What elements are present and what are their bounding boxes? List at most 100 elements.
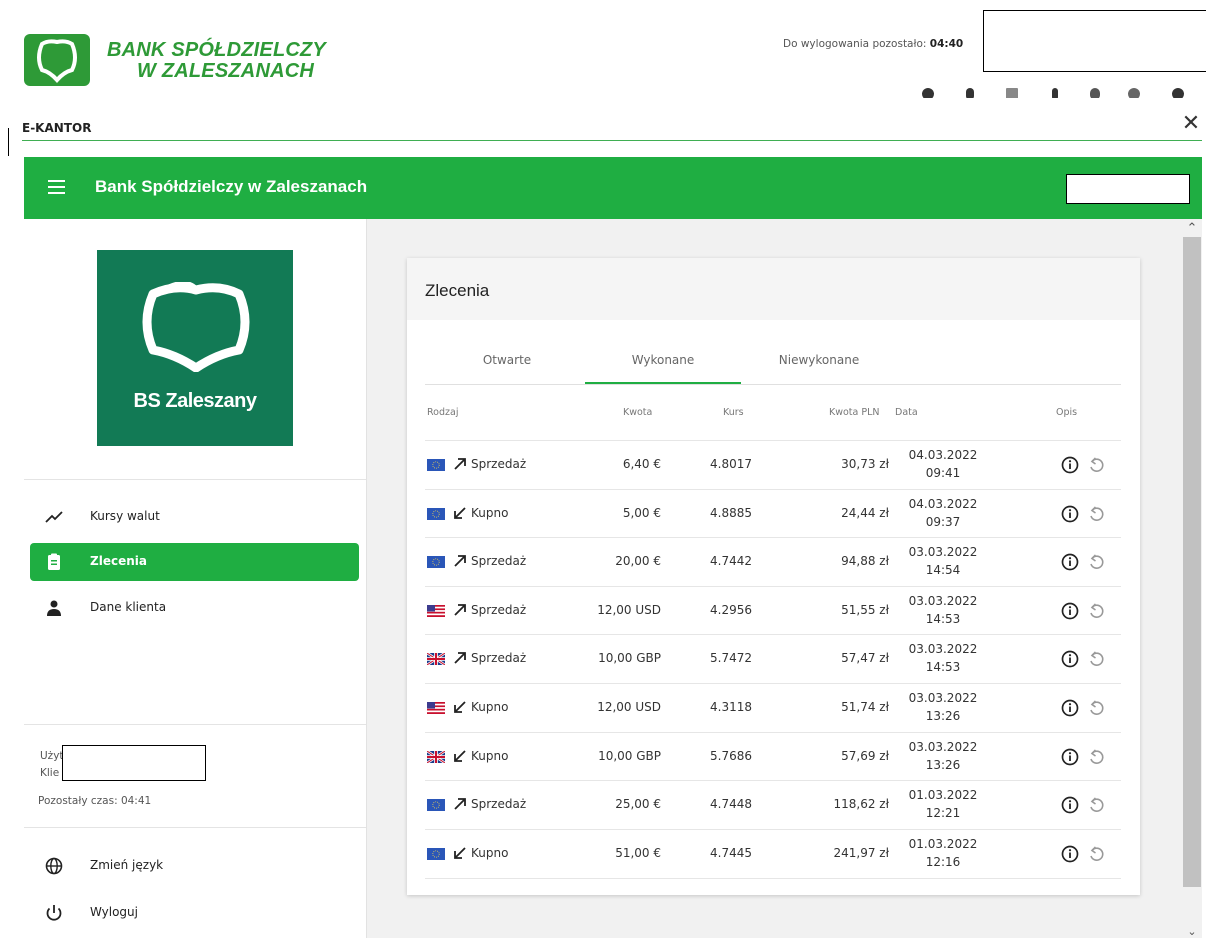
order-datetime: 03.03.2022 13:26: [908, 738, 978, 774]
info-icon[interactable]: [1061, 553, 1079, 571]
column-header-amount-pln: Kwota PLN: [829, 407, 880, 418]
flag-usd-icon: [427, 604, 445, 617]
order-datetime: 03.03.2022 14:53: [908, 592, 978, 628]
column-header-rate: Kurs: [723, 407, 744, 418]
arrow-down-left-icon: [454, 701, 466, 713]
help-icon[interactable]: [1128, 88, 1140, 98]
active-tab-indicator: [585, 382, 741, 384]
order-datetime: 04.03.2022 09:37: [908, 495, 978, 531]
info-icon[interactable]: [1061, 602, 1079, 620]
tab-wykonane[interactable]: Wykonane: [585, 353, 741, 367]
order-datetime: 03.03.2022 14:54: [908, 543, 978, 579]
order-amount-pln: 24,44 zł: [841, 505, 889, 520]
gear-icon[interactable]: [1172, 88, 1184, 98]
document-icon[interactable]: [1006, 88, 1018, 98]
order-datetime: 03.03.2022 13:26: [908, 689, 978, 725]
undo-icon[interactable]: [1087, 602, 1105, 620]
arrow-up-right-icon: [454, 555, 466, 567]
user-label: Użyt: [40, 750, 64, 762]
flag-eur-icon: [427, 799, 445, 812]
order-rate: 4.7445: [710, 845, 752, 860]
info-icon[interactable]: [1061, 748, 1079, 766]
order-type: Sprzedaż: [471, 554, 527, 569]
table-row: Sprzedaż 20,00 € 4.7442 94,88 zł 03.03.2022 1…: [425, 537, 1121, 586]
window-title-divider: [22, 140, 1202, 141]
order-time: 12:21: [925, 806, 961, 821]
arrow-down-left-icon: [454, 506, 466, 519]
order-time: 14:53: [925, 611, 961, 626]
sidebar-item-zlecenia[interactable]: Zlecenia: [30, 543, 359, 581]
info-icon[interactable]: [1061, 845, 1079, 863]
undo-icon[interactable]: [1087, 553, 1105, 571]
sidebar-item-label: Wyloguj: [90, 905, 138, 919]
sidebar: BS Zaleszany Kursy walut Zlecenia Dane k…: [24, 219, 367, 938]
undo-icon[interactable]: [1087, 650, 1105, 668]
scroll-up-icon[interactable]: ⌃: [1185, 222, 1199, 236]
flag-eur-icon: [427, 556, 445, 569]
order-type: Kupno: [471, 748, 509, 763]
sidebar-item-dane-klienta[interactable]: Dane klienta: [30, 589, 359, 627]
info-icon[interactable]: [1061, 650, 1079, 668]
info-icon[interactable]: [1061, 456, 1079, 474]
order-amount: 10,00 GBP: [598, 651, 661, 666]
undo-icon[interactable]: [1087, 699, 1105, 717]
info-icon[interactable]: [1061, 699, 1079, 717]
order-type: Sprzedaż: [471, 651, 527, 666]
undo-icon[interactable]: [1087, 796, 1105, 814]
table-row: Sprzedaż 25,00 € 4.7448 118,62 zł 01.03.2022…: [425, 780, 1121, 829]
person-icon[interactable]: [966, 88, 974, 98]
flag-gbp-icon: [427, 750, 445, 763]
tabs-divider: [425, 384, 1121, 385]
order-date: 04.03.2022: [908, 448, 978, 462]
order-datetime: 01.03.2022 12:21: [908, 786, 978, 822]
arrow-up-right-icon: [454, 798, 466, 810]
undo-icon[interactable]: [1087, 748, 1105, 766]
bs-logo-text: BS Zaleszany: [133, 390, 257, 412]
sidebar-item-logout[interactable]: Wyloguj: [30, 894, 359, 932]
redacted-box: [62, 745, 206, 781]
info-icon[interactable]: [1052, 88, 1058, 98]
lock-icon[interactable]: [1090, 88, 1100, 98]
info-icon[interactable]: [1061, 796, 1079, 814]
order-date: 03.03.2022: [908, 642, 978, 657]
order-amount-pln: 57,47 zł: [841, 651, 889, 666]
tab-otwarte[interactable]: Otwarte: [429, 353, 585, 367]
order-amount-pln: 57,69 zł: [841, 748, 889, 763]
order-rate: 4.2956: [710, 602, 752, 617]
tab-niewykonane[interactable]: Niewykonane: [741, 353, 897, 367]
order-rate: 5.7472: [710, 651, 752, 666]
order-rate: 5.7686: [710, 748, 752, 763]
order-amount: 12,00 USD: [597, 602, 661, 617]
undo-icon[interactable]: [1087, 505, 1105, 523]
sidebar-item-kursy-walut[interactable]: Kursy walut: [30, 498, 359, 536]
sidebar-item-label: Kursy walut: [90, 509, 160, 523]
bank-name: BANK SPÓŁDZIELCZY W ZALESZANACH: [107, 40, 326, 82]
order-time: 13:26: [925, 757, 961, 772]
order-datetime: 04.03.2022 09:41: [908, 446, 978, 482]
scroll-down-icon[interactable]: ⌄: [1185, 926, 1199, 938]
order-rate: 4.8885: [710, 505, 752, 520]
eye-icon[interactable]: [922, 88, 934, 98]
order-type: Kupno: [471, 700, 509, 714]
flag-eur-icon: [427, 507, 445, 520]
flag-eur-icon: [427, 847, 445, 860]
order-rate: 4.3118: [710, 700, 752, 714]
orders-card: Zlecenia Otwarte Wykonane Niewykonane Ro…: [407, 258, 1140, 895]
remaining-time: Pozostały czas: 04:41: [38, 795, 152, 807]
undo-icon[interactable]: [1087, 845, 1105, 863]
bank-name-line2: W ZALESZANACH: [137, 60, 315, 82]
order-amount-pln: 30,73 zł: [841, 457, 889, 471]
order-amount-pln: 241,97 zł: [833, 845, 889, 860]
table-row: Sprzedaż 12,00 USD 4.2956 51,55 zł 03.03.202…: [425, 585, 1121, 635]
user-info: Użyt Klie: [40, 748, 64, 782]
order-type: Sprzedaż: [471, 797, 527, 812]
info-icon[interactable]: [1061, 505, 1079, 523]
close-icon[interactable]: ✕: [1180, 113, 1202, 135]
undo-icon[interactable]: [1087, 456, 1105, 474]
orders-card-header: Zlecenia: [407, 258, 1140, 320]
scrollbar-thumb[interactable]: [1183, 237, 1201, 887]
hamburger-icon[interactable]: [48, 180, 65, 194]
order-amount-pln: 51,55 zł: [841, 602, 889, 617]
sidebar-item-change-language[interactable]: Zmień język: [30, 847, 359, 885]
flag-gbp-icon: [427, 653, 445, 666]
